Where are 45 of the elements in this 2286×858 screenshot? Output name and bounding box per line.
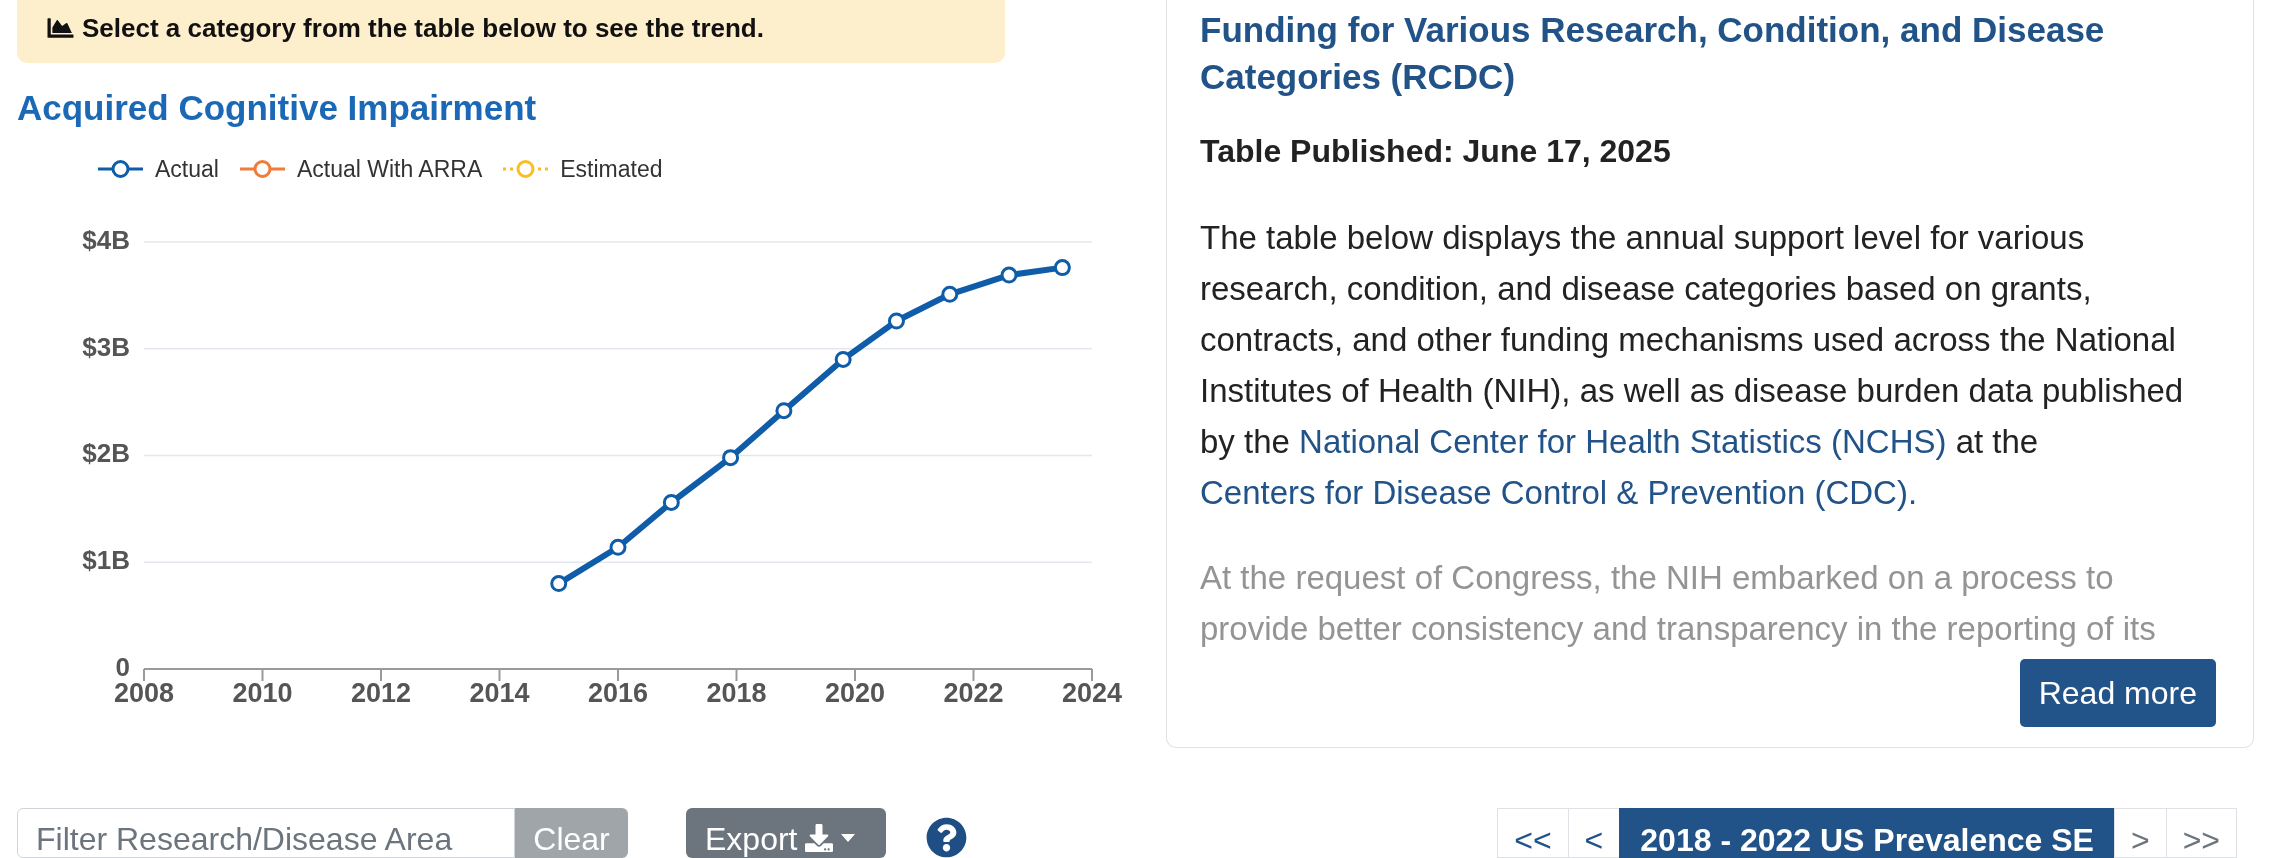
pagination-button[interactable]: 2018 - 2022 US Prevalence SE	[1619, 808, 2115, 858]
data-point[interactable]	[834, 350, 852, 368]
filter-input[interactable]: Filter Research/Disease Area	[17, 808, 515, 858]
legend-marker-icon	[98, 159, 143, 179]
chart-title: Acquired Cognitive Impairment	[17, 87, 537, 129]
legend-item[interactable]: Estimated	[503, 154, 663, 184]
download-icon	[805, 824, 834, 852]
link[interactable]: National Center for Health Statistics (NCHS)	[1299, 423, 1947, 460]
data-point[interactable]	[775, 402, 793, 420]
axis-label: $2B	[82, 438, 130, 469]
legend-item[interactable]: Actual	[98, 154, 219, 184]
data-point[interactable]	[941, 285, 959, 303]
legend-item[interactable]: Actual With ARRA	[239, 154, 483, 184]
help-icon[interactable]	[926, 817, 967, 858]
axis-label: 2018	[706, 678, 767, 709]
card-title: Funding for Various Research, Condition, and Disease Categories (RCDC)	[1200, 9, 2106, 98]
data-point[interactable]	[550, 575, 568, 593]
axis-label: $1B	[82, 545, 130, 576]
faded-paragraph: At the request of Congress, the NIH embarked on a process to provide better consistency and transparency in the reporting of its	[1200, 558, 2157, 649]
axis-label: 2012	[350, 678, 412, 709]
axis-label: $3B	[82, 331, 130, 362]
axis-label: 2010	[232, 678, 293, 709]
caret-icon	[841, 834, 856, 842]
link[interactable]: Centers for Disease Control & Prevention (CDC).	[1200, 474, 1918, 511]
pagination-button[interactable]: <<	[1497, 808, 1569, 858]
published-date: Table Published: June 17, 2025	[1200, 132, 1671, 171]
export-button[interactable]: Export	[686, 808, 886, 858]
axis-label: $4B	[82, 224, 130, 255]
data-point[interactable]	[1053, 259, 1071, 277]
banner-text: Select a category from the table below to see the trend.	[82, 11, 764, 44]
data-point[interactable]	[662, 493, 680, 511]
axis-label: 2020	[824, 678, 886, 709]
axis-label: 2016	[587, 678, 649, 709]
read-more-button[interactable]: Read more	[2019, 659, 2216, 727]
axis-label: 2024	[1061, 678, 1123, 709]
data-point[interactable]	[888, 312, 905, 330]
legend-marker-icon	[503, 159, 549, 179]
data-point[interactable]	[722, 449, 740, 467]
data-point[interactable]	[1000, 266, 1018, 284]
axis-label: 2014	[469, 678, 530, 709]
data-point[interactable]	[609, 538, 627, 556]
legend-marker-icon	[239, 159, 285, 179]
description-paragraph: The table below displays the annual support level for various research, condition, and disease categories based on grants, contracts, and other funding mechanisms used across the National Institutes of Health (NIH), as well as disease burden data published by the National Center for Health Statistics (NCHS) at the Centers for Disease Control & Prevention (CDC).	[1200, 218, 2185, 513]
axis-label: 2022	[943, 678, 1004, 709]
pagination-button[interactable]: <	[1567, 808, 1621, 858]
